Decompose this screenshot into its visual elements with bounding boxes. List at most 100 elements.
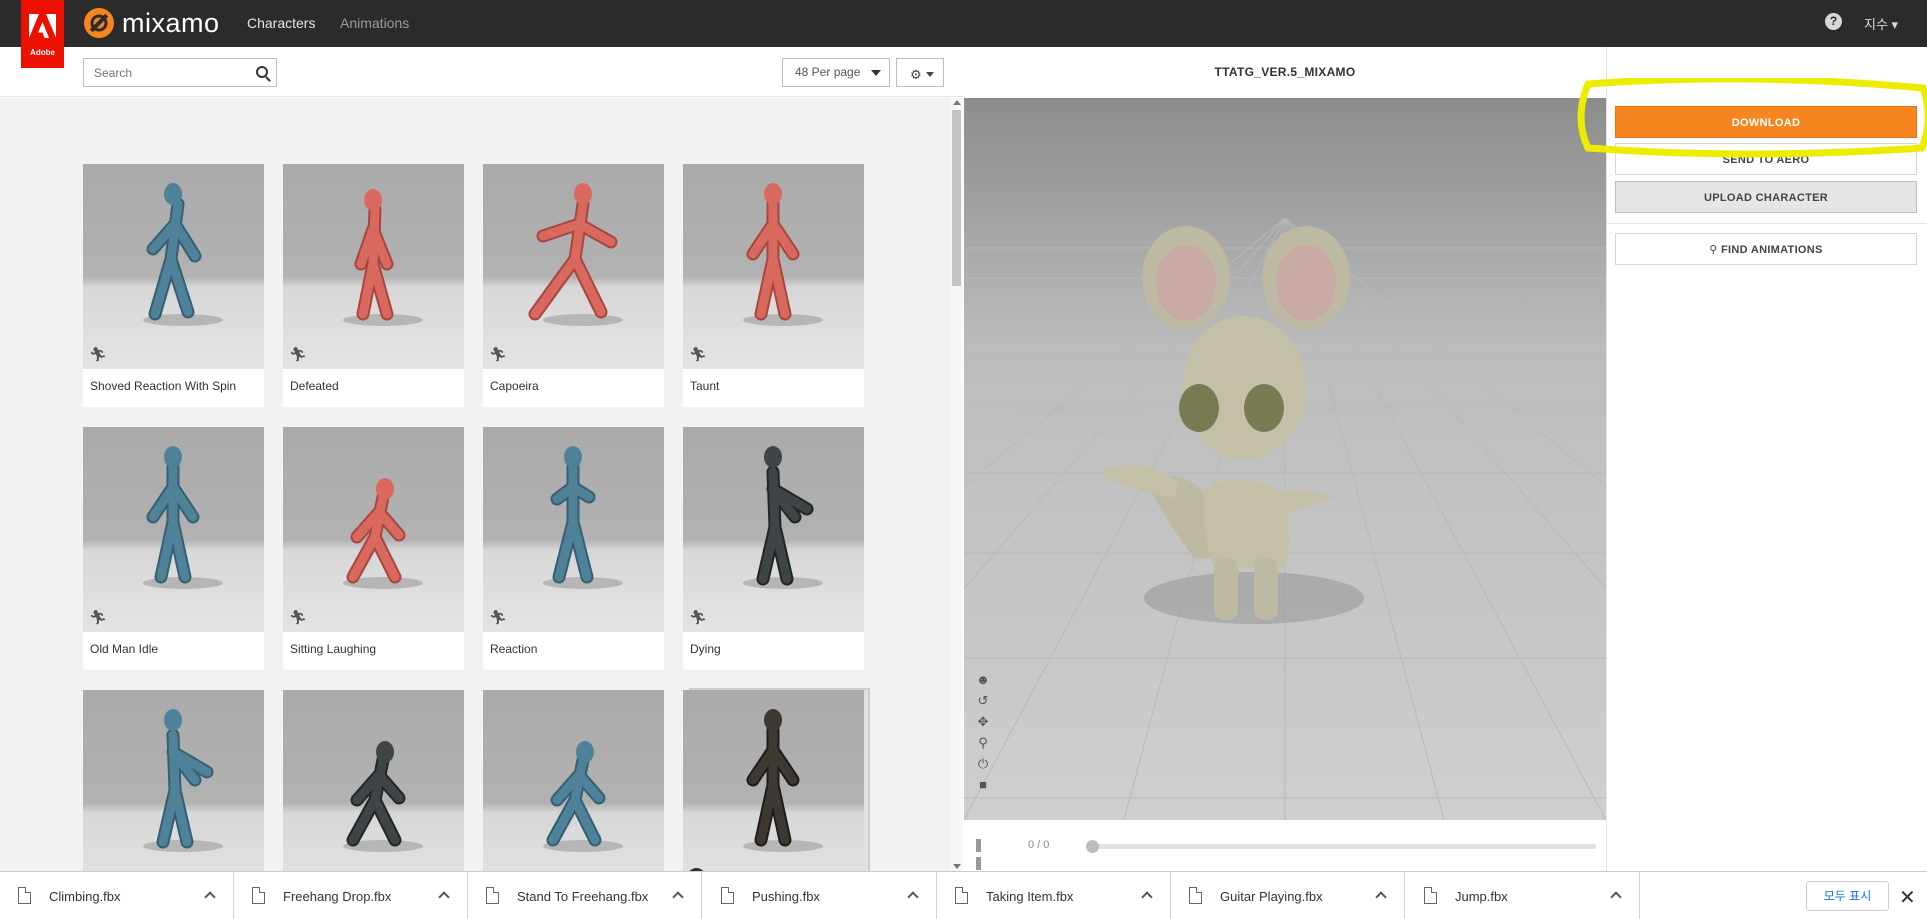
frame-counter: 0 / 0 — [1028, 839, 1050, 851]
mixamo-logo[interactable]: mixamo — [84, 6, 220, 40]
animation-grid: 🏃︎ Shoved Reaction With Spin 🏃︎ Defeated 🏃︎ C… — [0, 98, 963, 871]
running-figure-icon: 🏃︎ — [89, 609, 107, 625]
animation-thumbnail: 🏃︎ — [283, 427, 464, 632]
animation-label: Sitting Laughing — [290, 642, 377, 656]
chevron-up-icon[interactable] — [672, 891, 684, 903]
pan-icon[interactable]: ✥ — [976, 715, 990, 729]
power-icon[interactable]: ⏻ — [976, 757, 990, 771]
nav-characters[interactable]: Characters — [247, 15, 315, 31]
pause-button[interactable] — [976, 839, 989, 870]
animation-thumbnail: 🏃︎ — [283, 690, 464, 871]
animation-card[interactable]: 🏃︎ Old Man Idle — [83, 427, 264, 670]
download-item[interactable]: Freehang Drop.fbx — [234, 872, 468, 919]
browser-toolbar: 48 Per page ⚙ — [0, 47, 963, 97]
search-input[interactable] — [84, 59, 244, 86]
animation-card[interactable]: 🏃︎ Reaction — [483, 427, 664, 670]
animation-card[interactable]: 🏃︎ Sitting Laughing — [283, 427, 464, 670]
help-icon[interactable]: ? — [1825, 13, 1842, 30]
viewport-tools: ☻ ↺ ✥ ⚲ ⏻ ■ — [976, 673, 994, 799]
file-icon — [486, 887, 499, 904]
running-figure-icon: 🏃︎ — [289, 346, 307, 362]
scrollbar-thumb[interactable] — [952, 110, 961, 286]
animation-thumbnail: 🏃︎ — [483, 427, 664, 632]
mixamo-logo-icon — [84, 8, 114, 38]
character-name: TTATG_VER.5_MIXAMO — [964, 47, 1606, 98]
animation-browser: 48 Per page ⚙ 🏃︎ Shoved Reaction With Spi… — [0, 47, 963, 871]
download-item[interactable]: Pushing.fbx — [703, 872, 937, 919]
adobe-logo[interactable]: Adobe — [21, 0, 64, 68]
camera-icon[interactable]: ■ — [976, 778, 990, 792]
running-figure-icon: 🏃︎ — [489, 346, 507, 362]
playback-bar: 0 / 0 — [964, 820, 1606, 871]
user-menu[interactable]: 지수 ▾ — [1864, 14, 1898, 33]
animation-label: Reaction — [490, 642, 538, 656]
animation-thumbnail: 🏃︎ — [683, 164, 864, 369]
download-item[interactable]: Taking Item.fbx — [937, 872, 1171, 919]
search-icon: ⚲ — [1709, 244, 1722, 256]
download-file-name: Jump.fbx — [1455, 889, 1508, 904]
search-icon[interactable] — [256, 66, 268, 78]
file-icon — [252, 887, 265, 904]
viewport-scene — [964, 217, 1606, 820]
animation-label: Taunt — [690, 379, 720, 393]
animation-card[interactable]: 🏃︎ Shoved Reaction With Spin — [83, 164, 264, 407]
animation-card[interactable]: 🏃︎Jumping Down — [83, 690, 264, 871]
animation-card[interactable]: 🏃︎ Capoeira — [483, 164, 664, 407]
chevron-up-icon[interactable] — [438, 891, 450, 903]
action-panel: DOWNLOAD SEND TO AERO UPLOAD CHARACTER ⚲… — [1606, 47, 1927, 871]
adobe-icon — [29, 14, 56, 38]
find-animations-button[interactable]: ⚲ FIND ANIMATIONS — [1615, 233, 1917, 265]
animation-card[interactable]: 🏃︎Jumping Down — [283, 690, 464, 871]
download-item[interactable]: Jump.fbx — [1406, 872, 1640, 919]
animation-card[interactable]: 🏃︎ Defeated — [283, 164, 464, 407]
chevron-up-icon[interactable] — [204, 891, 216, 903]
animation-thumbnail: 🏃︎ — [483, 164, 664, 369]
animation-label: Capoeira — [490, 379, 539, 393]
grid-scrollbar[interactable] — [950, 98, 963, 871]
pause-icon — [976, 839, 981, 852]
file-icon — [955, 887, 968, 904]
adobe-label: Adobe — [30, 48, 55, 57]
download-file-name: Climbing.fbx — [49, 889, 121, 904]
upload-character-button[interactable]: UPLOAD CHARACTER — [1615, 181, 1917, 213]
animation-card[interactable]: 🏃︎ Taunt — [683, 164, 864, 407]
chevron-up-icon[interactable] — [1375, 891, 1387, 903]
animation-label: Shoved Reaction With Spin — [90, 379, 237, 393]
timeline-scrubber[interactable] — [1086, 840, 1099, 853]
chevron-down-icon: ▾ — [1891, 17, 1899, 32]
scroll-up-arrow-icon[interactable] — [953, 100, 961, 105]
chevron-up-icon[interactable] — [1610, 891, 1622, 903]
chevron-down-icon — [926, 72, 934, 77]
nav-animations[interactable]: Animations — [340, 15, 409, 31]
running-figure-icon: 🏃︎ — [89, 346, 107, 362]
animation-label: Defeated — [290, 379, 339, 393]
animation-card[interactable]: 12🏃︎Longbow Locomotion Pack — [683, 690, 864, 871]
per-page-select[interactable]: 48 Per page — [782, 58, 890, 87]
chevron-down-icon — [871, 70, 881, 76]
3d-viewport[interactable]: ☻ ↺ ✥ ⚲ ⏻ ■ — [964, 98, 1606, 820]
zoom-icon[interactable]: ⚲ — [976, 736, 990, 750]
animation-card[interactable]: 🏃︎ Dying — [683, 427, 864, 670]
rotate-icon[interactable]: ↺ — [976, 694, 990, 708]
download-file-name: Freehang Drop.fbx — [283, 889, 392, 904]
search-box[interactable] — [83, 58, 277, 87]
animation-label: Dying — [690, 642, 721, 656]
download-item[interactable]: Guitar Playing.fbx — [1171, 872, 1405, 919]
scroll-down-arrow-icon[interactable] — [953, 864, 961, 869]
per-page-value: 48 Per page — [795, 65, 861, 79]
close-icon[interactable]: ✕ — [1899, 885, 1916, 910]
skeleton-icon[interactable]: ☻ — [976, 673, 990, 687]
animation-thumbnail: 12🏃︎ — [683, 690, 864, 871]
download-item[interactable]: Stand To Freehang.fbx — [468, 872, 702, 919]
show-all-downloads-button[interactable]: 모두 표시 — [1806, 881, 1889, 911]
send-to-aero-button[interactable]: SEND TO AERO — [1615, 143, 1917, 175]
timeline-track[interactable] — [1090, 844, 1596, 849]
running-figure-icon: 🏃︎ — [689, 609, 707, 625]
download-item[interactable]: Climbing.fbx — [0, 872, 234, 919]
animation-card[interactable]: 🏃︎Jumping Down — [483, 690, 664, 871]
chevron-up-icon[interactable] — [1141, 891, 1153, 903]
pause-icon — [976, 857, 981, 870]
settings-dropdown-button[interactable]: ⚙ — [896, 58, 944, 87]
download-button[interactable]: DOWNLOAD — [1615, 106, 1917, 138]
chevron-up-icon[interactable] — [907, 891, 919, 903]
